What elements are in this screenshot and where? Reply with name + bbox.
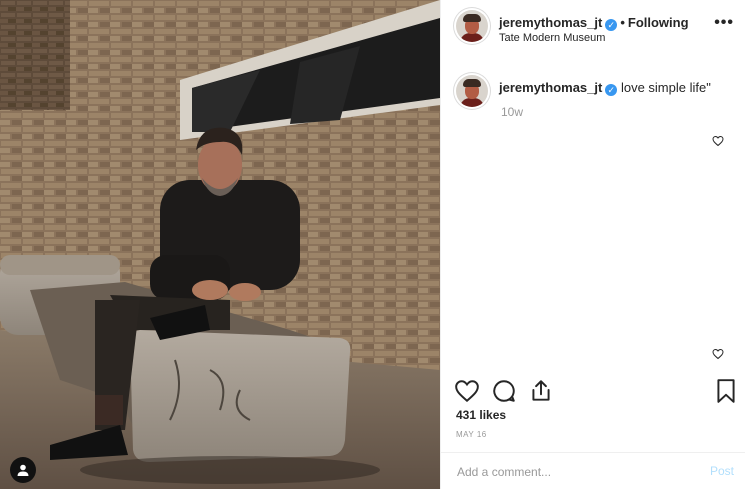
post-date[interactable]: MAY 16 (456, 430, 487, 439)
header-username[interactable]: jeremythomas_jt (499, 15, 602, 30)
separator-dot: • (620, 15, 625, 30)
photo-scene (0, 0, 440, 489)
post-details-panel: jeremythomas_jt ✓ • Following Tate Modern M… (440, 0, 745, 489)
caption-timestamp[interactable]: 10w (501, 105, 523, 119)
comment-input[interactable] (455, 462, 679, 482)
caption-username[interactable]: jeremythomas_jt (499, 80, 602, 95)
caption-avatar[interactable] (456, 75, 488, 107)
comments-section: jeremythomas_jt ✓ love simple life" 10w (441, 60, 745, 366)
share-icon[interactable] (528, 378, 554, 404)
header-user-line: jeremythomas_jt ✓ • Following (499, 15, 689, 31)
comment-like-heart-icon[interactable] (712, 135, 724, 147)
verified-badge-icon: ✓ (605, 84, 618, 96)
action-bar (441, 378, 745, 408)
tagged-user-icon[interactable] (10, 457, 36, 483)
verified-badge-icon: ✓ (605, 19, 618, 31)
heart-icon[interactable] (454, 378, 480, 404)
post-header: jeremythomas_jt ✓ • Following Tate Modern M… (441, 0, 745, 50)
caption-text: love simple life" (620, 80, 711, 95)
following-button[interactable]: Following (628, 15, 689, 30)
instagram-post: jeremythomas_jt ✓ • Following Tate Modern M… (0, 0, 745, 489)
post-photo[interactable] (0, 0, 440, 489)
avatar[interactable] (456, 10, 488, 42)
post-comment-button[interactable]: Post (710, 464, 734, 478)
likes-count[interactable]: 431 likes (456, 408, 506, 422)
comment-icon[interactable] (491, 378, 517, 404)
caption-line: jeremythomas_jt ✓ love simple life" (499, 80, 711, 96)
more-options-icon[interactable]: ••• (714, 14, 734, 32)
location-link[interactable]: Tate Modern Museum (499, 32, 605, 44)
comment-form: Post (441, 452, 745, 489)
comment-like-heart-icon[interactable] (712, 348, 724, 360)
bookmark-icon[interactable] (713, 378, 739, 404)
